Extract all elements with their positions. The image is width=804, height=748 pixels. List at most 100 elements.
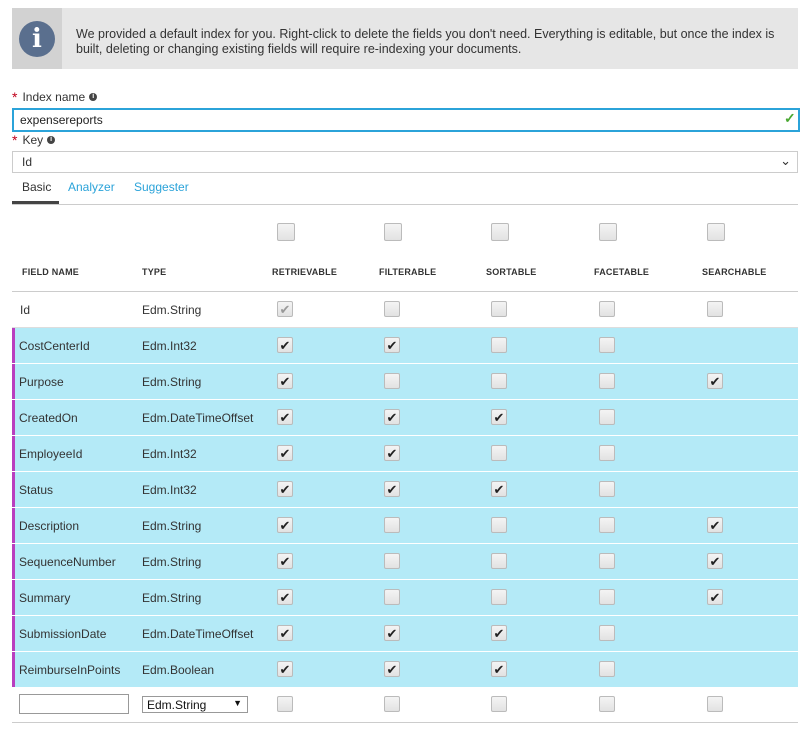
searchable-checkbox[interactable]	[707, 301, 723, 317]
retrievable-checkbox[interactable]: ✔	[277, 589, 293, 605]
row-selected-marker	[12, 652, 15, 687]
tab-bar: Basic Analyzer Suggester	[12, 178, 798, 205]
field-name-cell: EmployeeId	[19, 447, 83, 461]
divider	[12, 722, 798, 723]
filterable-checkbox[interactable]	[384, 553, 400, 569]
retrievable-checkbox[interactable]: ✔	[277, 661, 293, 677]
tab-suggester[interactable]: Suggester	[134, 180, 189, 194]
sortable-checkbox[interactable]: ✔	[491, 481, 507, 497]
facetable-checkbox[interactable]	[599, 445, 615, 461]
sortable-checkbox[interactable]: ✔	[491, 409, 507, 425]
index-name-input[interactable]	[12, 108, 800, 132]
dropdown-arrow-icon: ▼	[233, 698, 242, 708]
sortable-checkbox[interactable]	[491, 337, 507, 353]
table-row[interactable]: Purpose Edm.String	[12, 364, 798, 400]
field-type-cell: Edm.String	[142, 303, 202, 317]
facetable-checkbox[interactable]	[599, 373, 615, 389]
filterable-checkbox[interactable]: ✔	[384, 661, 400, 677]
facetable-checkbox[interactable]	[599, 661, 615, 677]
facetable-checkbox[interactable]	[599, 481, 615, 497]
table-header: FIELD NAME TYPE RETRIEVABLE FILTERABLE S…	[12, 214, 798, 292]
info-banner: i We provided a default index for you. R…	[12, 8, 798, 69]
new-field-facetable-checkbox[interactable]	[599, 696, 615, 712]
new-field-filterable-checkbox[interactable]	[384, 696, 400, 712]
header-sortable-checkbox[interactable]	[491, 223, 509, 241]
filterable-checkbox[interactable]: ✔	[384, 409, 400, 425]
retrievable-checkbox[interactable]: ✔	[277, 445, 293, 461]
table-row[interactable]: CreatedOn Edm.DateTimeOffset	[12, 400, 798, 436]
new-field-sortable-checkbox[interactable]	[491, 696, 507, 712]
new-field-name-input[interactable]	[19, 694, 129, 714]
sortable-checkbox[interactable]	[491, 301, 507, 317]
column-header-filterable: FILTERABLE	[379, 267, 437, 277]
sortable-checkbox[interactable]	[491, 445, 507, 461]
table-row[interactable]: SequenceNumber Edm.String	[12, 544, 798, 580]
info-tooltip-icon[interactable]: i	[47, 136, 56, 144]
sortable-checkbox[interactable]: ✔	[491, 625, 507, 641]
row-selected-marker	[12, 364, 15, 399]
sortable-checkbox[interactable]: ✔	[491, 661, 507, 677]
row-selected-marker	[12, 616, 15, 651]
retrievable-checkbox[interactable]: ✔	[277, 409, 293, 425]
sortable-checkbox[interactable]	[491, 517, 507, 533]
new-field-retrievable-checkbox[interactable]	[277, 696, 293, 712]
table-row[interactable]: Description Edm.String	[12, 508, 798, 544]
index-name-label: Index name	[22, 90, 86, 104]
table-row[interactable]: CostCenterId Edm.Int32	[12, 328, 798, 364]
filterable-checkbox[interactable]: ✔	[384, 445, 400, 461]
column-header-type: TYPE	[142, 267, 167, 277]
retrievable-checkbox[interactable]: ✔	[277, 517, 293, 533]
facetable-checkbox[interactable]	[599, 301, 615, 317]
facetable-checkbox[interactable]	[599, 553, 615, 569]
index-name-label-row: * Index name i	[12, 89, 98, 105]
filterable-checkbox[interactable]	[384, 589, 400, 605]
sortable-checkbox[interactable]	[491, 589, 507, 605]
retrievable-checkbox[interactable]: ✔	[277, 481, 293, 497]
filterable-checkbox[interactable]: ✔	[384, 337, 400, 353]
header-searchable-checkbox[interactable]	[707, 223, 725, 241]
sortable-checkbox[interactable]	[491, 553, 507, 569]
facetable-checkbox[interactable]	[599, 409, 615, 425]
sortable-checkbox[interactable]	[491, 373, 507, 389]
table-row[interactable]: EmployeeId Edm.Int32	[12, 436, 798, 472]
retrievable-checkbox[interactable]: ✔	[277, 553, 293, 569]
filterable-checkbox[interactable]: ✔	[384, 481, 400, 497]
filterable-checkbox[interactable]	[384, 517, 400, 533]
column-header-searchable: SEARCHABLE	[702, 267, 767, 277]
field-type-cell: Edm.String	[142, 555, 202, 569]
info-tooltip-icon[interactable]: i	[89, 93, 98, 101]
searchable-checkbox[interactable]: ✔	[707, 373, 723, 389]
searchable-checkbox[interactable]: ✔	[707, 517, 723, 533]
facetable-checkbox[interactable]	[599, 625, 615, 641]
header-retrievable-checkbox[interactable]	[277, 223, 295, 241]
filterable-checkbox[interactable]: ✔	[384, 625, 400, 641]
facetable-checkbox[interactable]	[599, 589, 615, 605]
new-field-type-dropdown[interactable]: Edm.String ▼	[142, 696, 248, 713]
field-name-cell: Id	[20, 303, 31, 317]
searchable-checkbox[interactable]: ✔	[707, 589, 723, 605]
required-asterisk: *	[12, 89, 18, 105]
filterable-checkbox[interactable]	[384, 373, 400, 389]
tab-basic[interactable]: Basic	[22, 180, 51, 194]
retrievable-checkbox[interactable]: ✔	[277, 337, 293, 353]
key-dropdown[interactable]: Id ⌄	[12, 151, 798, 173]
field-name-cell: CreatedOn	[19, 411, 78, 425]
table-row[interactable]: Summary Edm.String	[12, 580, 798, 616]
chevron-down-icon: ⌄	[780, 153, 791, 168]
table-row[interactable]: Status Edm.Int32	[12, 472, 798, 508]
table-row[interactable]: ReimburseInPoints Edm.Boolean	[12, 652, 798, 688]
facetable-checkbox[interactable]	[599, 337, 615, 353]
table-row[interactable]: Id Edm.String	[12, 292, 798, 328]
header-facetable-checkbox[interactable]	[599, 223, 617, 241]
retrievable-checkbox[interactable]: ✔	[277, 373, 293, 389]
field-type-cell: Edm.String	[142, 519, 202, 533]
new-field-searchable-checkbox[interactable]	[707, 696, 723, 712]
facetable-checkbox[interactable]	[599, 517, 615, 533]
table-row[interactable]: SubmissionDate Edm.DateTimeOffset	[12, 616, 798, 652]
tab-analyzer[interactable]: Analyzer	[68, 180, 115, 194]
retrievable-checkbox[interactable]: ✔	[277, 625, 293, 641]
header-filterable-checkbox[interactable]	[384, 223, 402, 241]
row-selected-marker	[12, 580, 15, 615]
filterable-checkbox[interactable]	[384, 301, 400, 317]
searchable-checkbox[interactable]: ✔	[707, 553, 723, 569]
